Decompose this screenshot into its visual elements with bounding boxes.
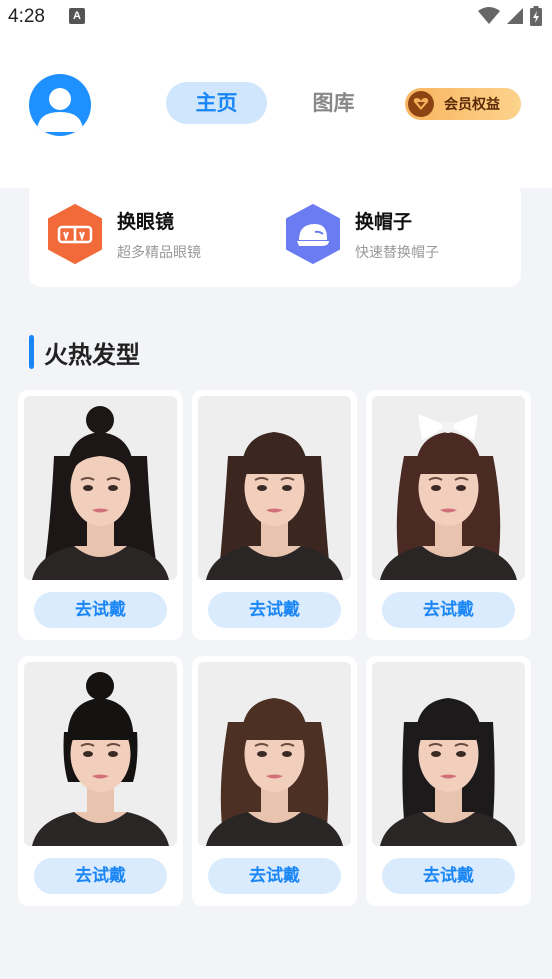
feature-glasses[interactable]: 换眼镜 超多精品眼镜 (47, 204, 201, 264)
status-bar: 4:28 A (0, 0, 552, 34)
status-time: 4:28 (8, 6, 45, 27)
hairstyle-photo[interactable] (372, 396, 525, 580)
portrait-illustration (198, 396, 351, 580)
feature-card: 换眼镜 超多精品眼镜 换帽子 快速替换帽子 (29, 182, 521, 287)
heart-icon (408, 91, 434, 117)
feature-subtitle: 超多精品眼镜 (117, 244, 201, 261)
tab-home[interactable]: 主页 (166, 82, 267, 124)
section-title: 火热发型 (44, 340, 140, 369)
vip-label: 会员权益 (444, 97, 500, 113)
avatar-silhouette (37, 88, 83, 132)
hairstyle-card[interactable]: 去试戴 (192, 656, 357, 906)
wifi-icon (478, 7, 500, 24)
tab-gallery[interactable]: 图库 (283, 82, 384, 124)
section-accent-bar (29, 335, 34, 369)
hairstyle-photo[interactable] (198, 396, 351, 580)
portrait-illustration (372, 396, 525, 580)
hairstyle-photo[interactable] (372, 662, 525, 846)
hairstyle-card[interactable]: 去试戴 (366, 656, 531, 906)
portrait-illustration (24, 662, 177, 846)
battery-charging-icon (530, 6, 542, 26)
notification-a-icon: A (69, 8, 85, 24)
hairstyle-card[interactable]: 去试戴 (366, 390, 531, 640)
signal-icon (507, 8, 523, 24)
section-header: 火热发型 (29, 334, 140, 370)
try-on-button[interactable]: 去试戴 (34, 592, 167, 628)
hairstyle-card[interactable]: 去试戴 (192, 390, 357, 640)
hairstyle-photo[interactable] (24, 662, 177, 846)
try-on-button[interactable]: 去试戴 (382, 858, 515, 894)
hairstyle-photo[interactable] (198, 662, 351, 846)
user-avatar-icon[interactable] (29, 74, 91, 136)
top-tabs: 主页 图库 (166, 82, 384, 124)
feature-title: 换帽子 (355, 210, 413, 233)
portrait-illustration (198, 662, 351, 846)
feature-subtitle: 快速替换帽子 (355, 244, 439, 261)
status-icons (478, 5, 542, 27)
portrait-illustration (24, 396, 177, 580)
try-on-button[interactable]: 去试戴 (34, 858, 167, 894)
hairstyle-card[interactable]: 去试戴 (18, 656, 183, 906)
hairstyle-grid: 去试戴 去试戴 去试戴 去试戴 去试戴 去试戴 (18, 390, 532, 906)
try-on-button[interactable]: 去试戴 (382, 592, 515, 628)
portrait-illustration (372, 662, 525, 846)
feature-hat[interactable]: 换帽子 快速替换帽子 (285, 204, 439, 264)
hairstyle-photo[interactable] (24, 396, 177, 580)
try-on-button[interactable]: 去试戴 (208, 858, 341, 894)
cap-icon (286, 204, 340, 264)
feature-title: 换眼镜 (117, 210, 175, 233)
try-on-button[interactable]: 去试戴 (208, 592, 341, 628)
glasses-icon (48, 204, 102, 264)
hairstyle-card[interactable]: 去试戴 (18, 390, 183, 640)
vip-benefits-button[interactable]: 会员权益 (405, 88, 521, 120)
